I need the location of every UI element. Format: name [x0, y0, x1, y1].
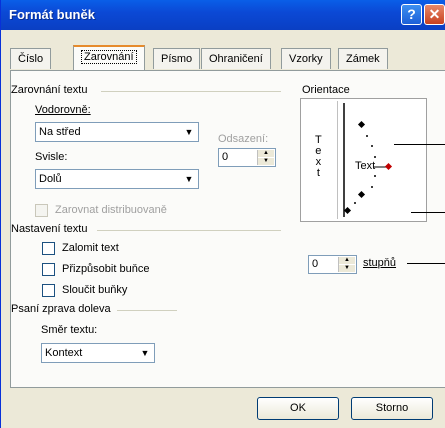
- tab-alignment-label: Zarovnání: [81, 50, 137, 64]
- text-direction-dropdown[interactable]: Kontext ▼: [41, 343, 155, 363]
- distributed-label: Zarovnat distribuovaně: [55, 204, 167, 216]
- merge-cells-checkbox[interactable]: [42, 284, 55, 297]
- vertical-text-letter: t: [316, 167, 320, 179]
- text-direction-value: Kontext: [45, 347, 83, 359]
- window-title: Formát buněk: [9, 7, 95, 22]
- text-control-group-title: Nastavení textu: [11, 223, 88, 235]
- spin-up-icon[interactable]: ▲: [258, 150, 274, 157]
- distributed-checkbox[interactable]: [35, 204, 48, 217]
- vertical-label: Svisle:: [35, 151, 68, 163]
- vertical-dropdown[interactable]: Dolů ▼: [35, 169, 199, 189]
- dial-dot: [371, 186, 373, 188]
- dial-dot: [366, 135, 368, 137]
- text-direction-label: Směr textu:: [41, 324, 98, 336]
- dial-text-label: Text: [355, 160, 376, 172]
- alignment-panel: Zarovnání textu Vodorovně: Na střed ▼ Od…: [10, 70, 445, 388]
- degrees-spinner[interactable]: 0 ▲ ▼: [308, 255, 357, 274]
- dial-tick: [357, 120, 366, 129]
- dial-dot: [354, 202, 356, 204]
- indent-spinner[interactable]: 0 ▲ ▼: [218, 148, 276, 167]
- cancel-button[interactable]: Storno: [351, 397, 433, 420]
- callout-line: [407, 263, 445, 264]
- chevron-down-icon: ▼: [181, 124, 197, 140]
- divider: [117, 310, 177, 311]
- vertical-text-option[interactable]: T e x t: [304, 101, 338, 219]
- degrees-label: stupňů: [363, 257, 397, 269]
- merge-cells-label: Sloučit buňky: [62, 284, 128, 296]
- divider: [101, 91, 281, 92]
- spin-down-icon[interactable]: ▼: [339, 265, 355, 272]
- dial-dot: [374, 156, 376, 158]
- callout-line: [394, 144, 445, 145]
- help-button[interactable]: ?: [401, 4, 422, 25]
- indent-value: 0: [222, 151, 229, 163]
- tab-protection[interactable]: Zámek: [338, 48, 388, 69]
- wrap-text-checkbox[interactable]: [42, 242, 55, 255]
- indent-label: Odsazení:: [218, 133, 269, 145]
- close-button[interactable]: ✕: [424, 4, 445, 25]
- ok-button[interactable]: OK: [257, 397, 339, 420]
- divider: [97, 230, 281, 231]
- shrink-to-fit-label: Přizpůsobit buňce: [62, 263, 150, 275]
- title-bar: Formát buněk ? ✕: [1, 0, 445, 30]
- tab-alignment[interactable]: Zarovnání: [73, 45, 145, 70]
- vertical-value: Dolů: [39, 173, 62, 185]
- tab-font[interactable]: Písmo: [153, 48, 201, 69]
- chevron-down-icon: ▼: [181, 171, 197, 187]
- shrink-to-fit-checkbox[interactable]: [42, 263, 55, 276]
- degrees-value: 0: [312, 258, 319, 270]
- tab-number[interactable]: Číslo: [10, 48, 52, 69]
- dial-tick: [343, 206, 352, 215]
- tab-patterns[interactable]: Vzorky: [281, 48, 331, 69]
- spinner-buttons: ▲ ▼: [338, 257, 355, 272]
- spin-down-icon[interactable]: ▼: [258, 158, 274, 165]
- dial-indicator: [384, 162, 393, 171]
- tab-border[interactable]: Ohraničení: [201, 48, 271, 69]
- format-cells-dialog: Formát buněk ? ✕ Číslo Zarovnání Písmo O…: [0, 0, 445, 428]
- chevron-down-icon: ▼: [137, 345, 153, 361]
- orientation-box: T e x t Text: [300, 98, 427, 222]
- callout-line: [411, 212, 445, 213]
- dial-tick: [357, 190, 366, 199]
- rtl-group-title: Psaní zprava doleva: [11, 303, 111, 315]
- vertical-text: T e x t: [315, 135, 322, 179]
- horizontal-label: Vodorovně:: [35, 104, 91, 116]
- horizontal-dropdown[interactable]: Na střed ▼: [35, 122, 199, 142]
- text-alignment-group-title: Zarovnání textu: [11, 84, 88, 96]
- dial-dot: [371, 145, 373, 147]
- orientation-group-title: Orientace: [302, 84, 350, 96]
- dial-dot: [374, 175, 376, 177]
- spinner-buttons: ▲ ▼: [257, 150, 274, 165]
- wrap-text-label: Zalomit text: [62, 242, 119, 254]
- horizontal-value: Na střed: [39, 126, 81, 138]
- spin-up-icon[interactable]: ▲: [339, 257, 355, 264]
